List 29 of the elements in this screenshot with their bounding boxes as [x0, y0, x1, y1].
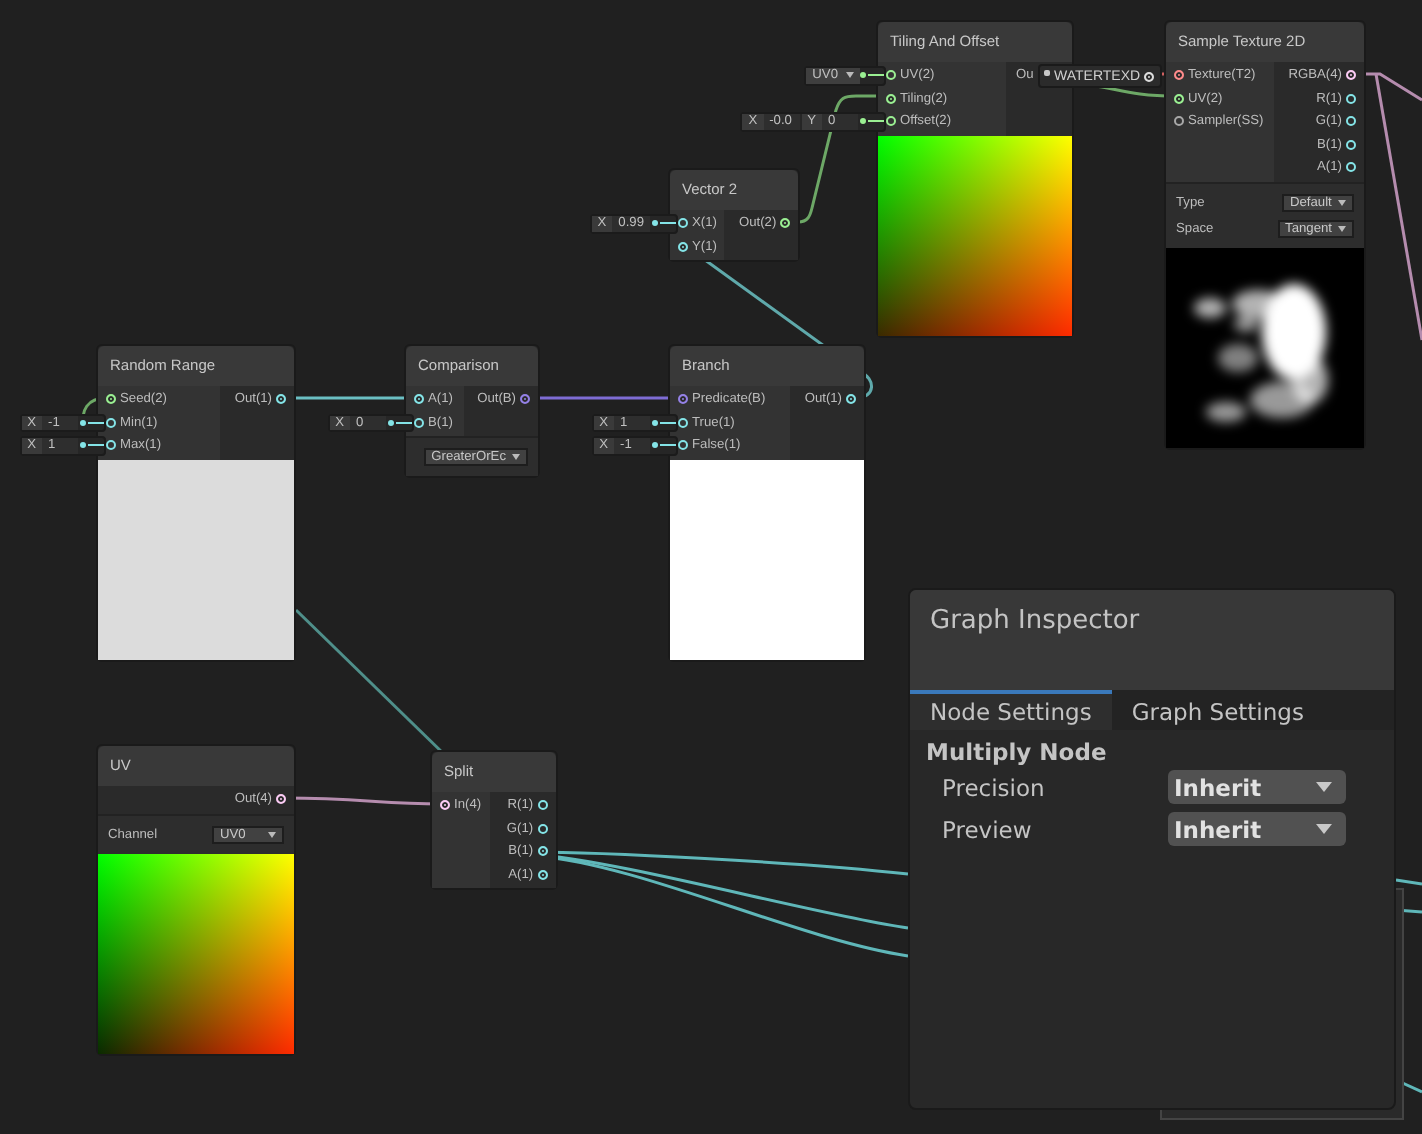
marker-icon [1044, 69, 1050, 75]
connector-icon [860, 116, 884, 127]
caret-icon [1316, 782, 1332, 792]
port-icon[interactable] [678, 394, 688, 405]
caret-icon [1316, 824, 1332, 834]
connector-icon [652, 218, 676, 229]
caret-icon [846, 72, 854, 79]
field-label: Preview [942, 815, 1034, 843]
dropdown[interactable]: Inherit [1168, 812, 1346, 846]
port-icon[interactable] [1174, 116, 1184, 127]
connection-wire [1395, 878, 1422, 886]
port-icon[interactable] [1174, 70, 1184, 81]
connector-icon [652, 417, 676, 428]
connector-icon [652, 440, 676, 451]
caret-icon [1338, 199, 1346, 205]
caret-icon [512, 454, 520, 460]
tab[interactable]: Node Settings [910, 690, 1112, 730]
connector-icon [80, 417, 104, 428]
caret-icon [268, 831, 276, 837]
connector-icon [388, 417, 412, 428]
connector-icon [80, 440, 104, 451]
connector-icon [860, 70, 884, 81]
field-label: Precision [942, 773, 1047, 801]
port-icon[interactable] [520, 394, 530, 405]
tab[interactable]: Graph Settings [1111, 690, 1324, 730]
section-title: Multiply Node [924, 736, 1109, 766]
caret-icon [1338, 225, 1346, 231]
dropdown[interactable]: Inherit [1168, 770, 1346, 804]
panel-title: Graph Inspector [910, 590, 1394, 690]
